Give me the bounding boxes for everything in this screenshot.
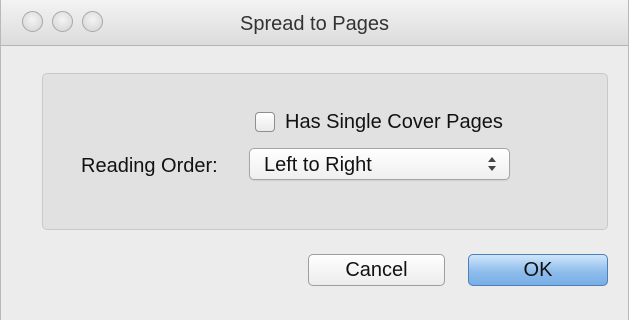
ok-button[interactable]: OK bbox=[468, 254, 608, 286]
dialog-window: Spread to Pages Has Single Cover Pages R… bbox=[0, 0, 629, 320]
title-bar: Spread to Pages bbox=[1, 0, 628, 46]
window-title: Spread to Pages bbox=[240, 13, 389, 35]
reading-order-label: Reading Order: bbox=[81, 155, 218, 177]
cancel-button[interactable]: Cancel bbox=[308, 254, 445, 286]
reading-order-value: Left to Right bbox=[264, 154, 372, 176]
updown-arrows-icon bbox=[488, 157, 496, 171]
single-cover-checkbox[interactable] bbox=[255, 112, 275, 132]
single-cover-checkbox-row[interactable]: Has Single Cover Pages bbox=[255, 110, 503, 134]
reading-order-select[interactable]: Left to Right bbox=[249, 148, 510, 180]
single-cover-label[interactable]: Has Single Cover Pages bbox=[285, 111, 503, 134]
